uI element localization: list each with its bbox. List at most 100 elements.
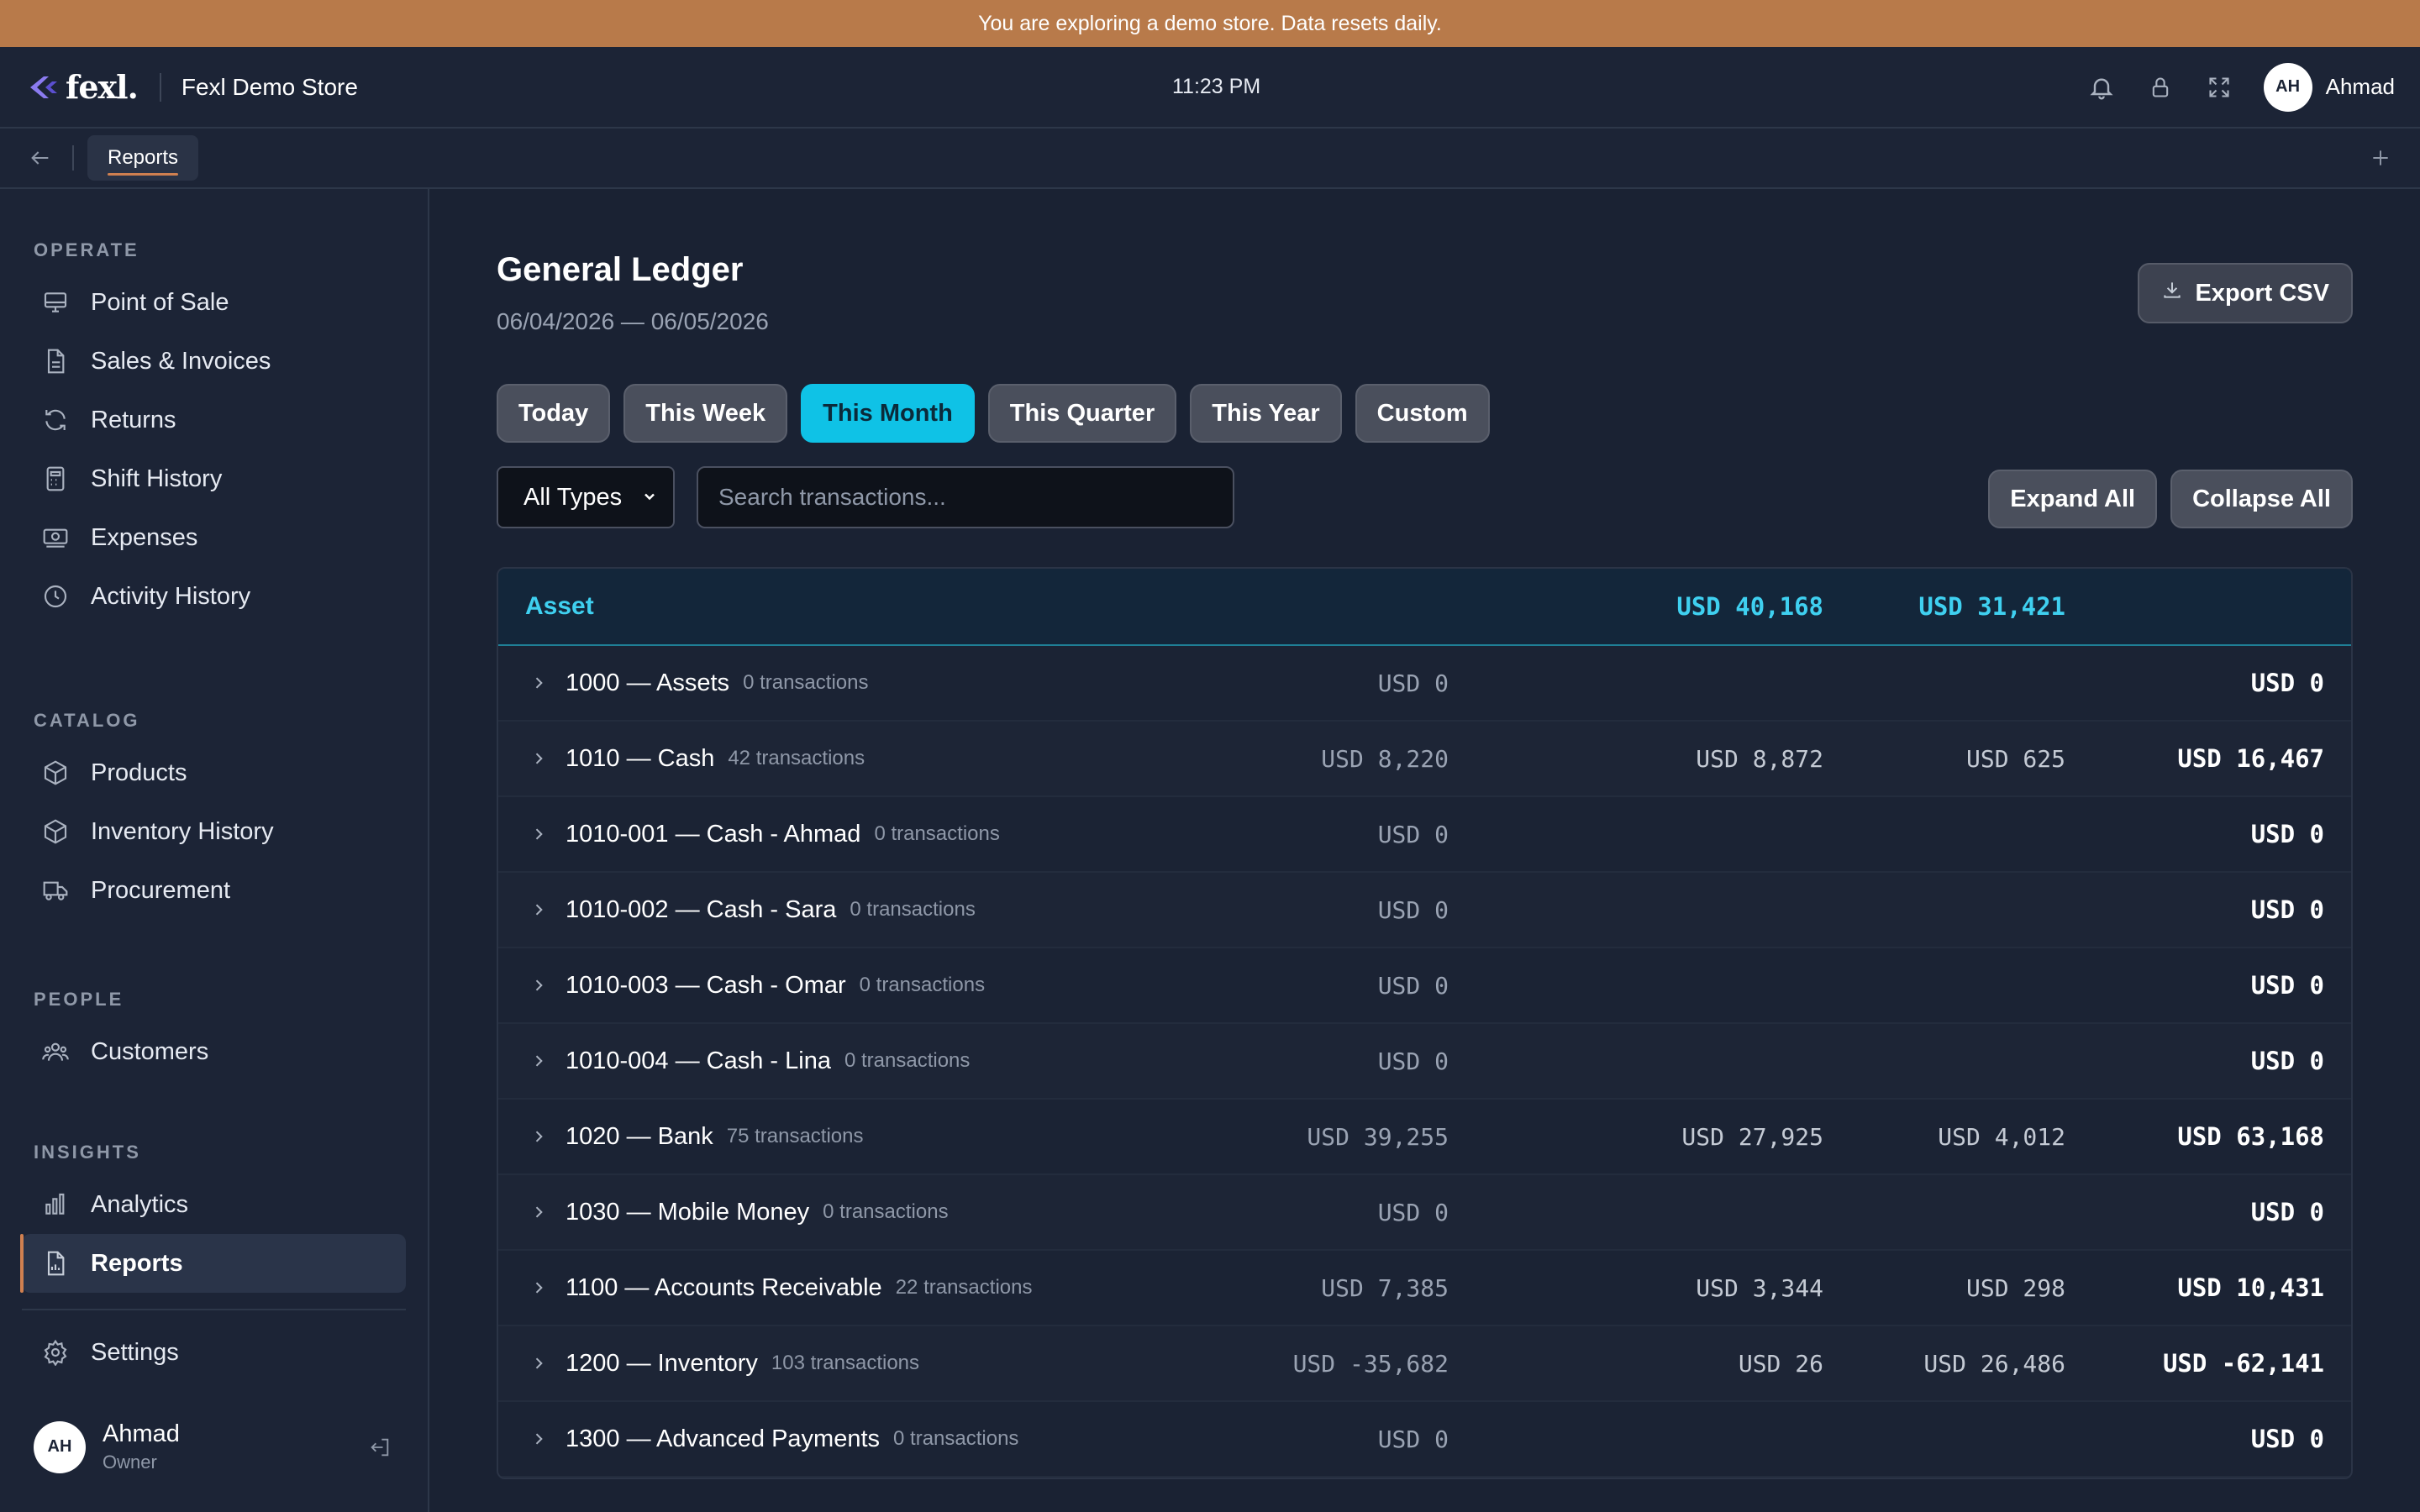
opening-balance: USD 0 <box>1377 895 1449 924</box>
tab-reports[interactable]: Reports <box>87 135 199 181</box>
header-user-menu[interactable]: AH Ahmad <box>2263 62 2395 112</box>
opening-balance: USD 7,385 <box>1321 1273 1449 1302</box>
users-icon <box>40 1037 71 1067</box>
sidebar-item-products[interactable]: Products <box>22 743 406 802</box>
sidebar-item-customers[interactable]: Customers <box>22 1022 406 1081</box>
chevron-right-icon[interactable] <box>530 1202 550 1222</box>
sidebar-item-activity-history[interactable]: Activity History <box>22 567 406 626</box>
debit-amount: USD 3,344 <box>1696 1273 1823 1302</box>
sidebar-item-settings[interactable]: Settings <box>22 1323 406 1382</box>
transaction-count: 0 transactions <box>859 974 986 996</box>
type-filter-select[interactable]: All Types <box>497 466 675 528</box>
chevron-right-icon[interactable] <box>530 1051 550 1071</box>
chevron-right-icon[interactable] <box>530 975 550 995</box>
table-row[interactable]: 1010-002 — Cash - Sara 0 transactions USD … <box>498 873 2351 948</box>
sidebar-item-analytics[interactable]: Analytics <box>22 1175 406 1234</box>
chevron-right-icon[interactable] <box>530 824 550 844</box>
ledger-table: Asset USD 40,168 USD 31,421 1000 — Asset… <box>497 567 2353 1479</box>
download-icon <box>2161 279 2183 307</box>
closing-balance: USD 0 <box>2250 820 2324 848</box>
sidebar-item-procurement[interactable]: Procurement <box>22 861 406 920</box>
plus-icon[interactable] <box>2366 144 2395 172</box>
chevron-right-icon[interactable] <box>530 1278 550 1298</box>
chevron-right-icon[interactable] <box>530 673 550 693</box>
logo-text: fexl. <box>66 68 139 106</box>
collapse-all-button[interactable]: Collapse All <box>2170 470 2353 528</box>
search-placeholder: Search transactions... <box>718 484 946 510</box>
table-row[interactable]: 1030 — Mobile Money 0 transactions USD 0 US… <box>498 1175 2351 1251</box>
section-label: INSIGHTS <box>34 1142 141 1163</box>
period-today-button[interactable]: Today <box>497 384 611 443</box>
transaction-count: 42 transactions <box>728 747 865 769</box>
table-row[interactable]: 1010-004 — Cash - Lina 0 transactions USD … <box>498 1024 2351 1100</box>
period-this-week-button[interactable]: This Week <box>623 384 788 443</box>
chevron-right-icon[interactable] <box>530 1353 550 1373</box>
sidebar-item-label: Customers <box>91 1037 209 1065</box>
table-row[interactable]: 1000 — Assets 0 transactions USD 0 USD 0 <box>498 646 2351 722</box>
opening-balance: USD 0 <box>1377 669 1449 697</box>
table-row[interactable]: 1200 — Inventory 103 transactions USD -35,… <box>498 1326 2351 1402</box>
chevron-right-icon[interactable] <box>530 1126 550 1147</box>
chevron-down-icon <box>641 484 658 512</box>
table-row[interactable]: 1010 — Cash 42 transactions USD 8,220 USD 8… <box>498 722 2351 797</box>
period-this-year-button[interactable]: This Year <box>1190 384 1342 443</box>
debit-amount: USD 26 <box>1738 1349 1823 1378</box>
closing-balance: USD 0 <box>2250 1047 2324 1075</box>
period-this-quarter-button[interactable]: This Quarter <box>987 384 1177 443</box>
header-divider <box>159 72 161 102</box>
account-name: 1000 — Assets <box>566 669 730 696</box>
account-name: 1100 — Accounts Receivable <box>566 1273 882 1301</box>
header-actions: AH Ahmad <box>2087 62 2395 112</box>
account-name: 1010-001 — Cash - Ahmad <box>566 820 861 848</box>
sidebar-item-label: Activity History <box>91 582 251 610</box>
period-custom-button[interactable]: Custom <box>1355 384 1490 443</box>
sidebar-item-reports[interactable]: Reports <box>20 1234 406 1293</box>
cash-icon <box>40 522 71 553</box>
credit-amount: USD 625 <box>1965 744 2065 773</box>
opening-balance: USD 8,220 <box>1321 744 1449 773</box>
table-row[interactable]: 1300 — Advanced Payments 0 transactions US… <box>498 1402 2351 1478</box>
document-icon <box>40 346 71 376</box>
gear-icon <box>40 1337 71 1368</box>
app-logo[interactable]: fexl. <box>27 68 139 106</box>
top-header: fexl. Fexl Demo Store 11:23 PM AH Ahmad <box>0 47 2420 129</box>
lock-icon[interactable] <box>2146 73 2175 102</box>
sidebar-item-label: Sales & Invoices <box>91 347 271 375</box>
sidebar-user-role: Owner <box>103 1452 157 1473</box>
transaction-count: 0 transactions <box>893 1427 1019 1450</box>
export-csv-button[interactable]: Export CSV <box>2138 263 2353 323</box>
expand-all-button[interactable]: Expand All <box>1988 470 2158 528</box>
table-row[interactable]: 1020 — Bank 75 transactions USD 39,255 USD … <box>498 1100 2351 1175</box>
chevron-right-icon[interactable] <box>530 748 550 769</box>
transaction-count: 0 transactions <box>844 1049 971 1072</box>
date-range: 06/04/2026 — 06/05/2026 <box>497 308 769 334</box>
sidebar-item-inventory-history[interactable]: Inventory History <box>22 802 406 861</box>
table-row[interactable]: 1010-001 — Cash - Ahmad 0 transactions USD… <box>498 797 2351 873</box>
sidebar-item-point-of-sale[interactable]: Point of Sale <box>22 273 406 332</box>
back-arrow-icon[interactable] <box>25 143 55 173</box>
logout-icon[interactable] <box>366 1433 394 1462</box>
avatar: AH <box>34 1420 86 1473</box>
ledger-group-header[interactable]: Asset USD 40,168 USD 31,421 <box>498 569 2351 646</box>
search-input[interactable]: Search transactions... <box>697 466 1234 528</box>
layout-body: OPERATE Point of Sale Sales & Invoices R… <box>0 189 2420 1512</box>
calculator-icon <box>40 464 71 494</box>
account-name: 1010-003 — Cash - Omar <box>566 971 846 999</box>
sidebar-item-returns[interactable]: Returns <box>22 391 406 449</box>
transaction-count: 75 transactions <box>726 1125 864 1147</box>
filters-bar: All Types Search transactions... <box>497 466 1234 528</box>
clock-icon <box>40 581 71 612</box>
table-row[interactable]: 1010-003 — Cash - Omar 0 transactions USD … <box>498 948 2351 1024</box>
bell-icon[interactable] <box>2087 73 2116 102</box>
period-this-month-button[interactable]: This Month <box>801 384 975 443</box>
sidebar-item-shift-history[interactable]: Shift History <box>22 449 406 508</box>
bar-chart-icon <box>40 1189 71 1220</box>
sidebar-divider <box>22 1309 406 1310</box>
fullscreen-icon[interactable] <box>2205 73 2233 102</box>
chevron-right-icon[interactable] <box>530 1429 550 1449</box>
sidebar-item-sales-invoices[interactable]: Sales & Invoices <box>22 332 406 391</box>
chevron-right-icon[interactable] <box>530 900 550 920</box>
sidebar-item-expenses[interactable]: Expenses <box>22 508 406 567</box>
section-label: CATALOG <box>34 710 140 731</box>
table-row[interactable]: 1100 — Accounts Receivable 22 transaction… <box>498 1251 2351 1326</box>
